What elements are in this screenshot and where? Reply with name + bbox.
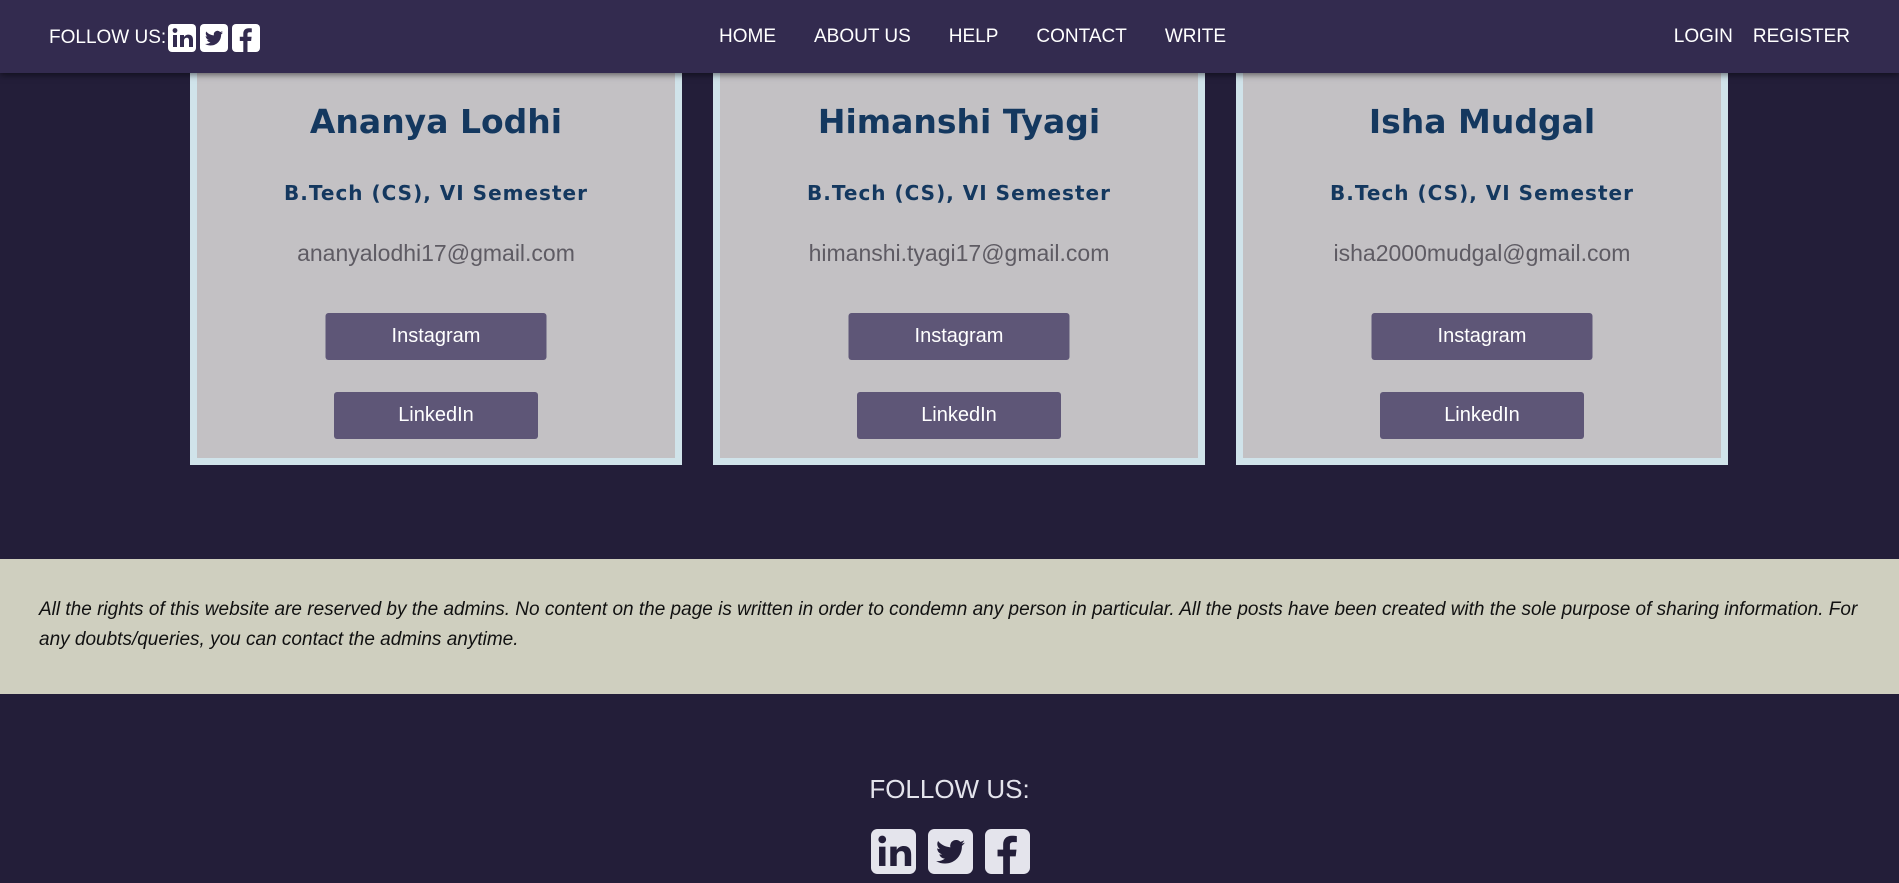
member-email: himanshi.tyagi17@gmail.com [808,240,1110,266]
nav-help[interactable]: HELP [949,26,999,48]
facebook-icon[interactable] [232,24,261,52]
twitter-icon[interactable] [200,24,229,52]
login-link[interactable]: LOGIN [1674,26,1733,48]
member-name: Ananya Lodhi [309,102,563,141]
member-email: isha2000mudgal@gmail.com [1333,240,1631,266]
instagram-button[interactable]: Instagram [1371,313,1593,360]
twitter-icon[interactable] [928,829,973,874]
member-course: B.Tech (CS), VI Semester [284,181,588,205]
nav-home[interactable]: HOME [719,26,776,48]
member-name: Himanshi Tyagi [817,102,1101,141]
linkedin-icon[interactable] [871,829,916,874]
facebook-icon[interactable] [985,829,1030,874]
disclaimer-band: All the rights of this website are reser… [0,559,1899,694]
linkedin-button[interactable]: LinkedIn [334,392,538,439]
linkedin-icon[interactable] [168,24,197,52]
follow-us-label: FOLLOW US: [49,27,167,48]
auth-nav: LOGIN REGISTER [1654,26,1850,48]
footer-social-icons [871,829,1030,874]
member-course: B.Tech (CS), VI Semester [1330,181,1634,205]
footer-follow-label: FOLLOW US: [869,774,1030,804]
linkedin-button[interactable]: LinkedIn [857,392,1061,439]
disclaimer-text: All the rights of this website are reser… [39,599,1858,650]
instagram-button[interactable]: Instagram [325,313,547,360]
nav-about-us[interactable]: ABOUT US [814,26,911,48]
member-card: Isha Mudgal B.Tech (CS), VI Semester ish… [1236,60,1728,465]
top-navbar: FOLLOW US: HOME ABOUT US HELP CONTACT WR… [0,0,1899,73]
main-nav: HOME ABOUT US HELP CONTACT WRITE [719,26,1264,48]
nav-write[interactable]: WRITE [1165,26,1226,48]
member-email: ananyalodhi17@gmail.com [297,240,575,266]
member-course: B.Tech (CS), VI Semester [807,181,1111,205]
member-card: Himanshi Tyagi B.Tech (CS), VI Semester … [713,60,1205,465]
member-name: Isha Mudgal [1368,102,1596,141]
instagram-button[interactable]: Instagram [848,313,1070,360]
nav-contact[interactable]: CONTACT [1036,26,1126,48]
follow-us-section: FOLLOW US: [49,24,261,52]
member-card: Ananya Lodhi B.Tech (CS), VI Semester an… [190,60,682,465]
register-link[interactable]: REGISTER [1753,26,1850,48]
linkedin-button[interactable]: LinkedIn [1380,392,1584,439]
